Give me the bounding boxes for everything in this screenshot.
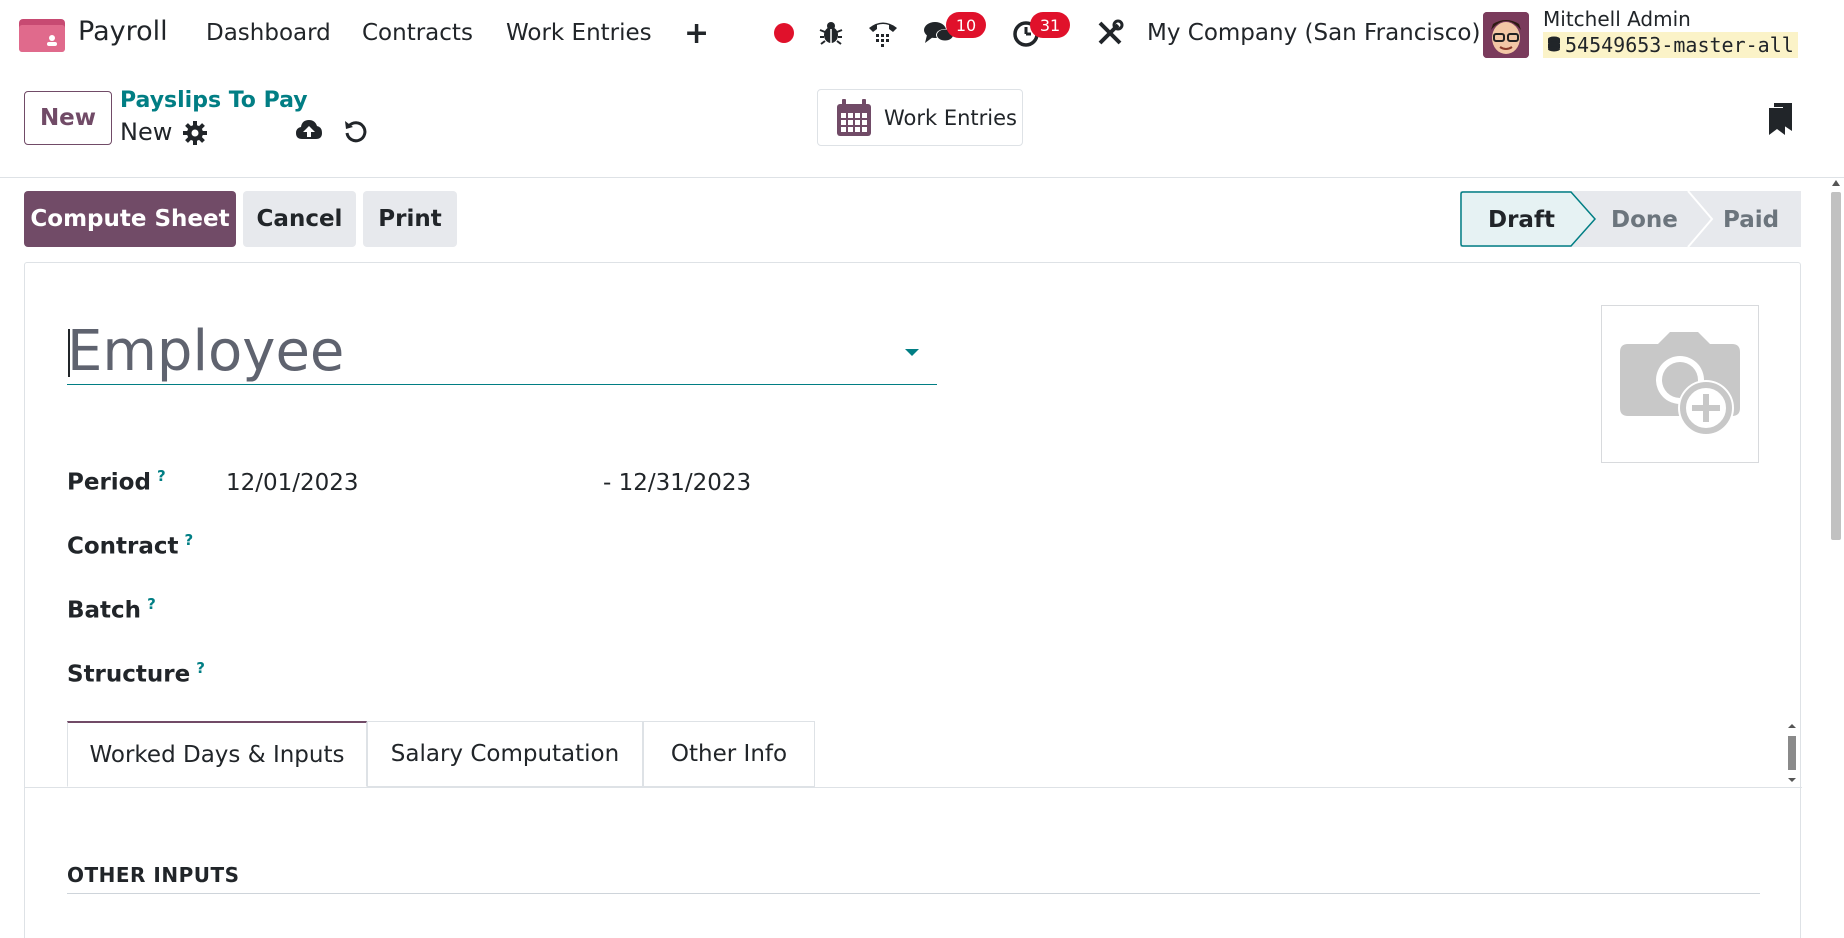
batch-label-text: Batch	[67, 597, 142, 624]
save-cloud-icon[interactable]	[295, 117, 323, 143]
structure-label-text: Structure	[67, 661, 191, 688]
period-label-text: Period	[67, 469, 151, 496]
database-name: 54549653-master-all	[1543, 32, 1798, 58]
payroll-app-icon[interactable]	[19, 19, 65, 52]
breadcrumb-current: New	[120, 118, 173, 146]
contract-label: Contract?	[67, 531, 193, 560]
menu-contracts[interactable]: Contracts	[362, 20, 473, 46]
breadcrumb-payslips-to-pay[interactable]: Payslips To Pay	[120, 88, 308, 113]
scroll-up-arrow-icon[interactable]	[1832, 180, 1840, 186]
employee-field[interactable]	[67, 319, 937, 385]
tabs-divider	[25, 787, 1802, 788]
other-inputs-title: OTHER INPUTS	[67, 863, 240, 887]
add-menu-icon[interactable]: +	[684, 16, 709, 51]
period-to-field[interactable]: - 12/31/2023	[603, 470, 751, 496]
tab-other-info[interactable]: Other Info	[643, 721, 815, 787]
database-name-text: 54549653-master-all	[1565, 33, 1794, 57]
control-panel: New Payslips To Pay New Work Entries	[0, 68, 1844, 178]
tools-icon[interactable]	[1093, 16, 1127, 50]
page-scrollbar[interactable]	[1828, 178, 1844, 938]
bookmark-icon[interactable]	[1768, 103, 1794, 135]
tab-salary-computation[interactable]: Salary Computation	[367, 721, 643, 787]
tabs-scrollbar[interactable]	[1786, 724, 1798, 784]
form-sheet: Period? 12/01/2023 - 12/31/2023 Contract…	[24, 262, 1802, 938]
record-icon[interactable]	[767, 16, 801, 50]
period-label: Period?	[67, 467, 166, 496]
gear-icon[interactable]	[182, 120, 208, 146]
section-divider	[67, 893, 1760, 894]
user-avatar[interactable]	[1483, 12, 1529, 58]
company-switcher[interactable]: My Company (San Francisco)	[1147, 20, 1480, 46]
structure-help-icon[interactable]: ?	[196, 659, 205, 677]
tab-worked-days-inputs[interactable]: Worked Days & Inputs	[67, 721, 367, 787]
text-caret	[68, 329, 70, 377]
activities-badge: 31	[1030, 12, 1070, 38]
phone-icon[interactable]	[866, 16, 900, 50]
period-help-icon[interactable]: ?	[157, 467, 166, 485]
batch-help-icon[interactable]: ?	[147, 595, 156, 613]
work-entries-button[interactable]: Work Entries	[817, 89, 1023, 146]
discard-undo-icon[interactable]	[343, 118, 369, 144]
scroll-thumb[interactable]	[1831, 192, 1841, 540]
app-name[interactable]: Payroll	[78, 16, 168, 47]
employee-image-upload[interactable]	[1601, 305, 1759, 463]
structure-label: Structure?	[67, 659, 205, 688]
top-navbar: Payroll Dashboard Contracts Work Entries…	[0, 0, 1844, 68]
status-bar: Draft Done Paid	[1460, 191, 1801, 247]
menu-dashboard[interactable]: Dashboard	[206, 20, 331, 46]
user-name[interactable]: Mitchell Admin	[1543, 7, 1691, 31]
employee-dropdown-arrow-icon[interactable]	[905, 349, 919, 356]
period-from-field[interactable]: 12/01/2023	[226, 470, 359, 496]
database-icon	[1548, 36, 1560, 52]
work-entries-label: Work Entries	[884, 105, 1017, 130]
stage-paid[interactable]: Paid	[1723, 207, 1779, 233]
new-button[interactable]: New	[24, 91, 112, 145]
contract-help-icon[interactable]: ?	[185, 531, 194, 549]
print-button[interactable]: Print	[363, 191, 457, 247]
compute-sheet-button[interactable]: Compute Sheet	[24, 191, 236, 247]
calendar-icon	[837, 98, 871, 136]
contract-label-text: Contract	[67, 533, 179, 560]
menu-work-entries[interactable]: Work Entries	[506, 20, 652, 46]
camera-add-icon	[1620, 332, 1740, 436]
bug-icon[interactable]	[814, 16, 848, 50]
stage-draft[interactable]: Draft	[1488, 207, 1555, 233]
batch-label: Batch?	[67, 595, 156, 624]
cancel-button[interactable]: Cancel	[243, 191, 356, 247]
messages-badge: 10	[946, 12, 986, 38]
stage-done[interactable]: Done	[1611, 207, 1678, 233]
employee-input[interactable]	[67, 319, 887, 383]
